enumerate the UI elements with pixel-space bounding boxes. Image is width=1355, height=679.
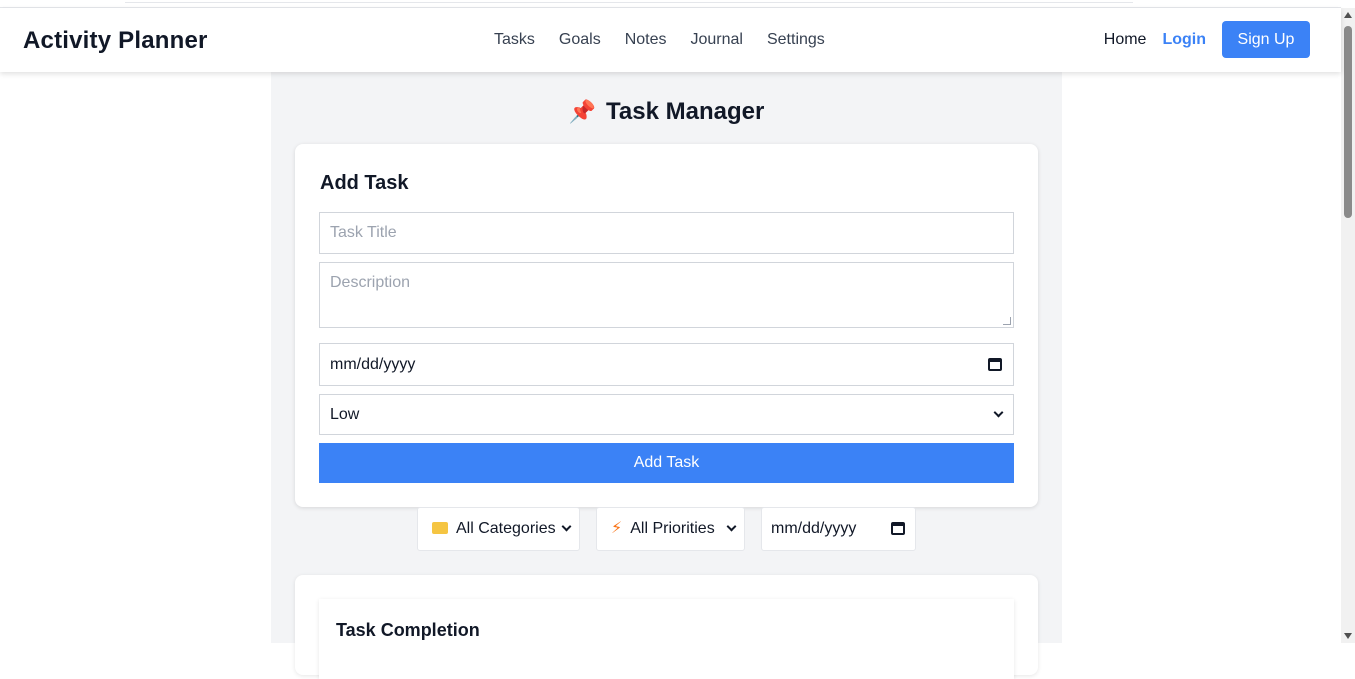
add-task-heading: Add Task xyxy=(320,172,409,194)
scroll-down-arrow-icon[interactable] xyxy=(1344,633,1352,639)
priority-value: Low xyxy=(330,406,360,423)
nav-login-link[interactable]: Login xyxy=(1162,31,1206,49)
top-divider xyxy=(125,0,1133,3)
pushpin-icon: 📌 xyxy=(568,99,597,124)
add-task-button[interactable]: Add Task xyxy=(319,443,1014,483)
priority-filter-value: All Priorities xyxy=(630,520,715,537)
navbar: Activity Planner Tasks Goals Notes Journ… xyxy=(0,8,1341,72)
date-filter-input[interactable]: mm/dd/yyyy xyxy=(761,507,916,551)
page-title-text: Task Manager xyxy=(606,98,765,125)
add-task-card: Add Task Task Title Description mm/dd/yy… xyxy=(295,144,1038,507)
category-filter-select[interactable]: All Categories xyxy=(417,507,580,551)
scroll-up-arrow-icon[interactable] xyxy=(1344,12,1352,18)
due-date-value: mm/dd/yyyy xyxy=(330,356,416,373)
chevron-down-icon xyxy=(993,407,1004,418)
category-filter-value: All Categories xyxy=(456,520,556,537)
browser-top-strip xyxy=(0,0,1341,8)
main-content: 📌 Task Manager Add Task Task Title Descri… xyxy=(271,72,1062,679)
page-scrollbar[interactable] xyxy=(1341,8,1355,643)
lightning-icon: ⚡ xyxy=(611,520,623,537)
nav-link-goals[interactable]: Goals xyxy=(559,31,601,49)
task-completion-heading: Task Completion xyxy=(336,620,480,640)
nav-link-tasks[interactable]: Tasks xyxy=(494,31,535,49)
priority-filter-select[interactable]: ⚡ All Priorities xyxy=(596,507,745,551)
nav-link-notes[interactable]: Notes xyxy=(625,31,667,49)
chevron-down-icon xyxy=(726,521,737,532)
nav-right: Home Login Sign Up xyxy=(1104,21,1310,58)
nav-link-journal[interactable]: Journal xyxy=(691,31,743,49)
due-date-input[interactable]: mm/dd/yyyy xyxy=(319,343,1014,386)
signup-button[interactable]: Sign Up xyxy=(1222,21,1310,58)
task-completion-panel: Task Completion xyxy=(319,599,1014,679)
description-textarea[interactable]: Description xyxy=(319,262,1014,328)
chevron-down-icon xyxy=(561,521,572,532)
calendar-icon[interactable] xyxy=(891,522,905,535)
nav-link-settings[interactable]: Settings xyxy=(767,31,825,49)
nav-home-link[interactable]: Home xyxy=(1104,31,1147,49)
scrollbar-thumb[interactable] xyxy=(1344,26,1352,218)
description-placeholder: Description xyxy=(330,274,411,291)
nav-links: Tasks Goals Notes Journal Settings xyxy=(494,31,825,49)
priority-select[interactable]: Low xyxy=(319,394,1014,435)
task-completion-card: Task Completion xyxy=(295,575,1038,679)
page-title: 📌 Task Manager xyxy=(271,98,1062,126)
resize-handle-icon[interactable] xyxy=(1003,317,1011,325)
task-title-input[interactable]: Task Title xyxy=(319,212,1014,254)
folder-icon xyxy=(432,522,448,534)
brand-logo[interactable]: Activity Planner xyxy=(23,27,208,55)
calendar-icon[interactable] xyxy=(988,358,1002,371)
date-filter-value: mm/dd/yyyy xyxy=(771,520,857,537)
task-title-placeholder: Task Title xyxy=(330,224,397,241)
